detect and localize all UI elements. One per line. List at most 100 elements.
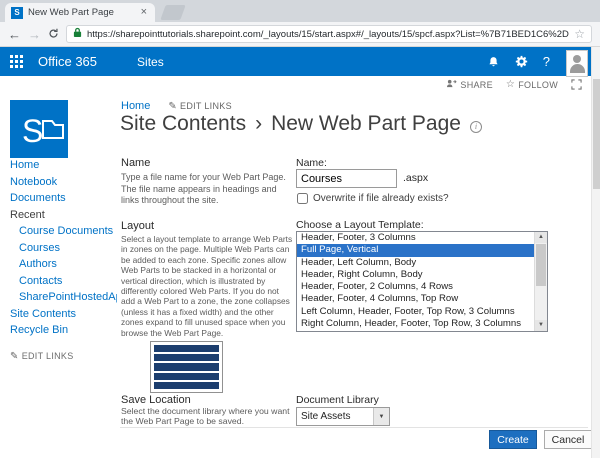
- address-bar[interactable]: https://sharepointtutorials.sharepoint.c…: [66, 25, 592, 43]
- pencil-icon: ✎: [10, 351, 19, 362]
- dropdown-arrow-icon: ▼: [373, 408, 389, 425]
- sharepoint-favicon-icon: S: [11, 7, 23, 19]
- title-site-contents[interactable]: Site Contents: [120, 112, 246, 136]
- url-text: https://sharepointtutorials.sharepoint.c…: [87, 29, 569, 40]
- forward-icon[interactable]: →: [28, 28, 41, 41]
- waffle-grid: [10, 55, 23, 68]
- create-button[interactable]: Create: [489, 430, 537, 449]
- follow-star-icon: ☆: [506, 79, 515, 90]
- save-section-description: Select the document library where you wa…: [121, 406, 299, 426]
- name-section-description: Type a file name for your Web Part Page.…: [121, 172, 291, 207]
- layout-options: Header, Footer, 3 Columns Full Page, Ver…: [297, 232, 534, 331]
- name-input[interactable]: [296, 169, 397, 188]
- save-section-heading: Save Location: [121, 394, 191, 406]
- avatar-head: [573, 55, 581, 63]
- browser-toolbar: ← → https://sharepointtutorials.sharepoi…: [0, 22, 600, 47]
- bookmark-star-icon[interactable]: ☆: [574, 27, 585, 41]
- preview-zone-bar: [154, 354, 219, 361]
- page-scroll-thumb[interactable]: [593, 79, 600, 189]
- preview-zone-bar: [154, 345, 219, 352]
- suite-bar: Office 365 Sites ?: [0, 47, 600, 76]
- listbox-scroll-thumb[interactable]: [536, 244, 546, 286]
- sidebar-item-course-documents[interactable]: Course Documents: [10, 223, 117, 240]
- sidebar-item-sharepointhostedapp[interactable]: SharePointHostedApp: [10, 289, 117, 306]
- https-lock-icon: [73, 25, 82, 43]
- help-icon[interactable]: ?: [543, 54, 550, 69]
- sidebar-item-home[interactable]: Home: [10, 157, 117, 174]
- avatar-torso: [570, 64, 585, 73]
- back-icon[interactable]: ←: [8, 28, 21, 41]
- scroll-down-icon[interactable]: ▼: [535, 320, 547, 331]
- scroll-up-icon[interactable]: ▲: [535, 232, 547, 243]
- tab-close-icon[interactable]: ×: [139, 7, 149, 18]
- sidebar-item-notebook[interactable]: Notebook: [10, 174, 117, 191]
- layout-option[interactable]: Header, Footer, 2 Columns, 4 Rows: [297, 281, 534, 293]
- user-avatar[interactable]: [566, 50, 588, 77]
- layout-option[interactable]: Header, Right Column, Body: [297, 269, 534, 281]
- layout-section-description: Select a layout template to arrange Web …: [121, 234, 295, 338]
- pencil-icon: ✎: [168, 101, 177, 112]
- info-icon[interactable]: i: [470, 121, 482, 133]
- share-icon: [446, 79, 457, 90]
- overwrite-checkbox[interactable]: [297, 193, 308, 204]
- name-section-heading: Name: [121, 157, 150, 169]
- focus-on-content-button[interactable]: [571, 79, 582, 90]
- layout-option[interactable]: Header, Footer, 3 Columns: [297, 232, 534, 244]
- follow-button[interactable]: ☆ FOLLOW: [506, 79, 558, 90]
- page-actions: SHARE ☆ FOLLOW: [446, 79, 582, 90]
- layout-option[interactable]: Left Column, Header, Footer, Top Row, 3 …: [297, 306, 534, 318]
- document-library-value: Site Assets: [297, 411, 373, 422]
- preview-zone-bar: [154, 363, 219, 370]
- office365-brand[interactable]: Office 365: [38, 54, 97, 69]
- app-launcher-icon[interactable]: [0, 47, 32, 76]
- layout-template-label: Choose a Layout Template:: [296, 219, 424, 231]
- breadcrumb: Home ✎ EDIT LINKS: [121, 100, 232, 112]
- share-label: SHARE: [460, 80, 493, 90]
- layout-template-listbox[interactable]: Header, Footer, 3 Columns Full Page, Ver…: [296, 231, 548, 332]
- edit-links-top[interactable]: ✎ EDIT LINKS: [168, 101, 232, 112]
- sidebar-item-documents[interactable]: Documents: [10, 190, 117, 207]
- browser-tab-strip: S New Web Part Page ×: [0, 0, 600, 22]
- edit-links-top-label: EDIT LINKS: [180, 101, 232, 111]
- sidebar-item-contacts[interactable]: Contacts: [10, 273, 117, 290]
- breadcrumb-home-link[interactable]: Home: [121, 100, 150, 112]
- listbox-scrollbar[interactable]: ▲ ▼: [534, 232, 547, 331]
- suite-nav-sites[interactable]: Sites: [137, 55, 164, 69]
- refresh-icon[interactable]: [48, 28, 59, 41]
- follow-label: FOLLOW: [518, 80, 558, 90]
- document-library-label: Document Library: [296, 394, 379, 406]
- sidebar-item-site-contents[interactable]: Site Contents: [10, 306, 117, 323]
- cancel-button[interactable]: Cancel: [544, 430, 592, 449]
- gear-icon[interactable]: [515, 55, 528, 68]
- overwrite-row: Overwrite if file already exists?: [297, 193, 449, 204]
- browser-tab[interactable]: S New Web Part Page ×: [5, 3, 155, 22]
- tab-title: New Web Part Page: [28, 7, 134, 18]
- sharepoint-logo[interactable]: S: [10, 100, 68, 158]
- edit-links-sidebar-label: EDIT LINKS: [22, 351, 74, 361]
- quick-launch-sidebar: Home Notebook Documents Recent Course Do…: [10, 157, 117, 362]
- overwrite-label: Overwrite if file already exists?: [313, 193, 449, 204]
- sidebar-item-recycle-bin[interactable]: Recycle Bin: [10, 322, 117, 339]
- layout-option-selected[interactable]: Full Page, Vertical: [297, 244, 534, 256]
- footer-divider: [120, 427, 588, 428]
- preview-zone-bar: [154, 382, 219, 389]
- share-button[interactable]: SHARE: [446, 79, 493, 90]
- bell-icon[interactable]: [487, 55, 500, 68]
- layout-option[interactable]: Header, Left Column, Body: [297, 257, 534, 269]
- layout-section-heading: Layout: [121, 220, 154, 232]
- sidebar-header-recent: Recent: [10, 207, 117, 224]
- sidebar-item-authors[interactable]: Authors: [10, 256, 117, 273]
- edit-links-sidebar[interactable]: ✎ EDIT LINKS: [10, 351, 117, 362]
- aspx-extension-label: .aspx: [403, 172, 428, 184]
- title-separator: ›: [255, 112, 262, 136]
- document-library-select[interactable]: Site Assets ▼: [296, 407, 390, 426]
- page-title: Site Contents › New Web Part Page i: [120, 112, 482, 136]
- title-page-name: New Web Part Page: [271, 112, 461, 136]
- logo-letter: S: [22, 113, 43, 149]
- new-tab-button[interactable]: [160, 5, 185, 20]
- layout-option[interactable]: Right Column, Header, Footer, Top Row, 3…: [297, 318, 534, 330]
- preview-zone-bar: [154, 373, 219, 380]
- page-scrollbar[interactable]: [591, 47, 600, 458]
- layout-option[interactable]: Header, Footer, 4 Columns, Top Row: [297, 293, 534, 305]
- sidebar-item-courses[interactable]: Courses: [10, 240, 117, 257]
